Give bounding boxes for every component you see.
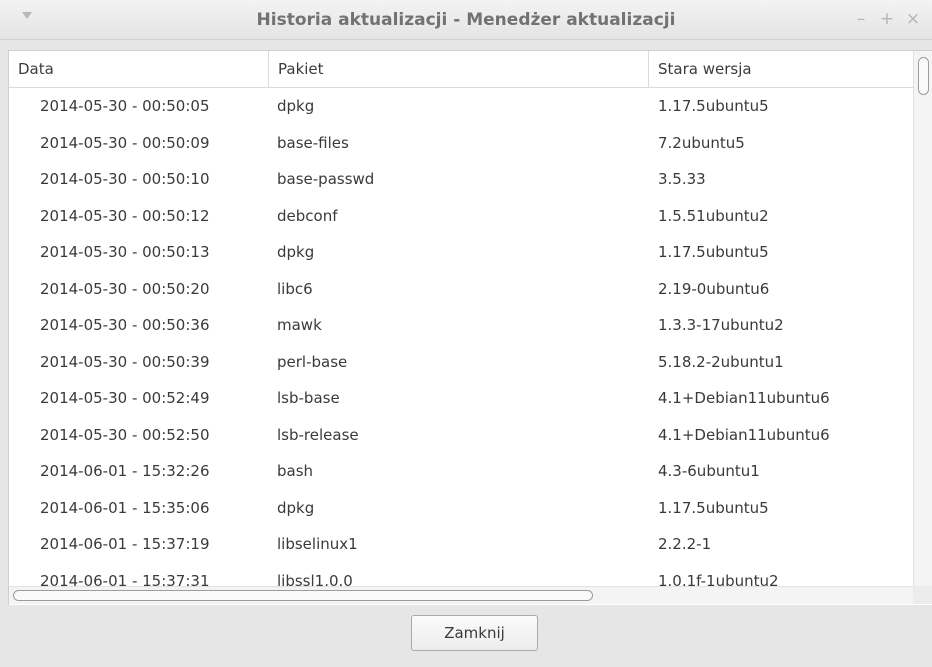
cell-date: 2014-05-30 - 00:50:13 — [40, 243, 210, 261]
table-row[interactable]: 2014-05-30 - 00:52:50 lsb-release 4.1+Debi… — [9, 417, 913, 454]
table-row[interactable]: 2014-06-01 - 15:32:26 bash 4.3-6ubuntu1 — [9, 453, 913, 490]
cell-package: base-files — [277, 133, 349, 152]
cell-old-version: 4.1+Debian11ubuntu6 — [658, 389, 830, 407]
table-row[interactable]: 2014-06-01 - 15:37:19 libselinux1 2.2.2-1 — [9, 526, 913, 563]
table-row[interactable]: 2014-05-30 - 00:50:09 base-files 7.2ubuntu… — [9, 125, 913, 162]
cell-package: libc6 — [277, 279, 313, 298]
table-row[interactable]: 2014-05-30 - 00:50:20 libc6 2.19-0ubuntu6 — [9, 271, 913, 308]
scrollbar-corner — [913, 586, 932, 604]
cell-package: libselinux1 — [277, 535, 358, 553]
cell-old-version: 4.1+Debian11ubuntu6 — [658, 425, 830, 444]
table-header: Data Pakiet Stara wersja — [9, 51, 913, 88]
table-row[interactable]: 2014-06-01 - 15:35:06 dpkg 1.17.5ubuntu5 — [9, 490, 913, 527]
horizontal-scrollbar-thumb[interactable] — [13, 590, 593, 601]
table-row[interactable]: 2014-05-30 - 00:52:49 lsb-base 4.1+Debian1… — [9, 380, 913, 417]
cell-package: perl-base — [277, 352, 348, 371]
minimize-icon[interactable]: – — [850, 8, 872, 30]
cell-old-version: 3.5.33 — [658, 170, 706, 188]
cell-date: 2014-05-30 - 00:50:36 — [40, 316, 210, 334]
cell-package: lsb-base — [277, 389, 340, 407]
close-button[interactable]: Zamknij — [411, 615, 538, 651]
horizontal-scrollbar[interactable] — [9, 586, 913, 604]
window-menu-icon[interactable] — [22, 12, 32, 19]
update-history-window: Historia aktualizacji - Menedżer aktuali… — [0, 0, 932, 667]
cell-old-version: 7.2ubuntu5 — [658, 133, 745, 152]
cell-date: 2014-05-30 - 00:50:39 — [40, 352, 210, 371]
table-row[interactable]: 2014-05-30 - 00:50:05 dpkg 1.17.5ubuntu5 — [9, 88, 913, 125]
cell-date: 2014-05-30 - 00:50:09 — [40, 133, 210, 152]
cell-package: dpkg — [277, 498, 315, 517]
cell-old-version: 2.19-0ubuntu6 — [658, 279, 770, 298]
cell-date: 2014-05-30 - 00:50:05 — [40, 97, 210, 115]
cell-old-version: 1.17.5ubuntu5 — [658, 97, 769, 115]
maximize-icon[interactable]: + — [876, 8, 898, 30]
column-header-date[interactable]: Data — [9, 51, 269, 87]
column-header-package[interactable]: Pakiet — [269, 51, 649, 87]
cell-date: 2014-05-30 - 00:52:49 — [40, 389, 210, 407]
cell-old-version: 4.3-6ubuntu1 — [658, 462, 760, 480]
cell-date: 2014-06-01 - 15:35:06 — [40, 498, 210, 517]
window-title: Historia aktualizacji - Menedżer aktuali… — [256, 10, 676, 30]
cell-date: 2014-05-30 - 00:52:50 — [40, 425, 210, 444]
column-header-old-version[interactable]: Stara wersja — [649, 51, 913, 87]
title-bar[interactable]: Historia aktualizacji - Menedżer aktuali… — [0, 0, 932, 40]
cell-old-version: 1.17.5ubuntu5 — [658, 243, 769, 261]
cell-package: dpkg — [277, 243, 315, 261]
cell-package: mawk — [277, 316, 322, 334]
cell-date: 2014-05-30 - 00:50:10 — [40, 170, 210, 188]
table-row[interactable]: 2014-05-30 - 00:50:13 dpkg 1.17.5ubuntu5 — [9, 234, 913, 271]
history-list[interactable]: Data Pakiet Stara wersja 2014-05-30 - 00… — [8, 50, 932, 605]
cell-date: 2014-06-01 - 15:37:19 — [40, 535, 210, 553]
cell-old-version: 1.5.51ubuntu2 — [658, 206, 769, 225]
cell-date: 2014-06-01 - 15:32:26 — [40, 462, 210, 480]
cell-package: dpkg — [277, 97, 315, 115]
cell-old-version: 1.17.5ubuntu5 — [658, 498, 769, 517]
vertical-scrollbar-thumb[interactable] — [918, 57, 929, 95]
cell-old-version: 2.2.2-1 — [658, 535, 712, 553]
table-row[interactable]: 2014-05-30 - 00:50:12 debconf 1.5.51ubuntu… — [9, 198, 913, 235]
table-body: 2014-05-30 - 00:50:05 dpkg 1.17.5ubuntu5 20… — [9, 88, 913, 599]
table-row[interactable]: 2014-05-30 - 00:50:36 mawk 1.3.3-17ubuntu2 — [9, 307, 913, 344]
table-row[interactable]: 2014-05-30 - 00:50:39 perl-base 5.18.2-2ub… — [9, 344, 913, 381]
cell-date: 2014-05-30 - 00:50:12 — [40, 206, 210, 225]
cell-date: 2014-05-30 - 00:50:20 — [40, 279, 210, 298]
cell-package: lsb-release — [277, 425, 359, 444]
cell-package: base-passwd — [277, 170, 375, 188]
vertical-scrollbar[interactable] — [913, 51, 932, 586]
cell-package: bash — [277, 462, 314, 480]
cell-old-version: 1.3.3-17ubuntu2 — [658, 316, 784, 334]
close-icon[interactable]: × — [902, 8, 924, 30]
cell-old-version: 5.18.2-2ubuntu1 — [658, 352, 784, 371]
cell-package: debconf — [277, 206, 338, 225]
table-row[interactable]: 2014-05-30 - 00:50:10 base-passwd 3.5.33 — [9, 161, 913, 198]
